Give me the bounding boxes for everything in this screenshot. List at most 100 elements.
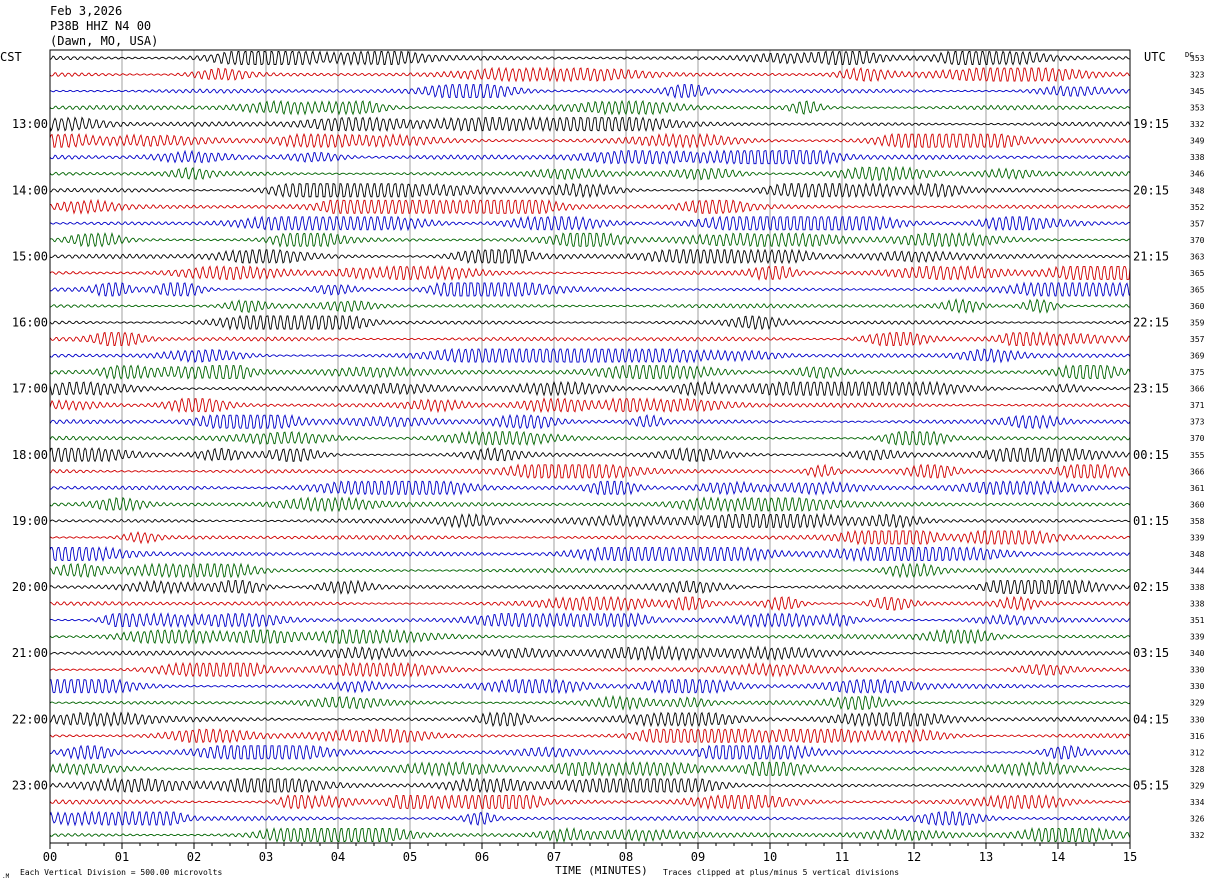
- cst-hour-labels: 13:00 14:00 15:00 16:00 17:00 18:00 19:00 20:00…: [12, 117, 48, 792]
- x-tick-label-08: 08: [619, 850, 633, 864]
- cst-hour-label: 16:00: [12, 316, 48, 330]
- trace-31: [49, 546, 1131, 562]
- trace-21: [49, 380, 1131, 397]
- dc-offset-label: 334: [1190, 798, 1205, 807]
- x-tick-label-04: 04: [331, 850, 345, 864]
- x-tick-label-00: 00: [43, 850, 57, 864]
- trace-47: [49, 810, 1131, 827]
- x-tick-label-14: 14: [1051, 850, 1065, 864]
- x-axis-tick-labels: 00 01 02 03 04 05 06 07 08 09 10 11 12 13 14 15: [43, 850, 1137, 864]
- cst-hour-label: 18:00: [12, 448, 48, 462]
- trace-35: [49, 612, 1131, 629]
- dc-offset-label: 358: [1190, 517, 1205, 526]
- dc-offset-label: 369: [1190, 352, 1205, 361]
- trace-45: [49, 777, 1131, 794]
- dc-offset-label: 312: [1190, 748, 1205, 757]
- cst-hour-label: 15:00: [12, 249, 48, 263]
- dc-offset-label: 344: [1190, 566, 1205, 575]
- dc-offset-label: 329: [1190, 699, 1205, 708]
- x-tick-label-09: 09: [691, 850, 705, 864]
- x-tick-label-15: 15: [1123, 850, 1137, 864]
- trace-3: [49, 84, 1131, 99]
- clipping-note: Traces clipped at plus/minus 5 vertical …: [663, 868, 899, 877]
- trace-15: [49, 281, 1131, 298]
- trace-1: [49, 50, 1131, 66]
- trace-30: [49, 529, 1131, 546]
- trace-16: [49, 298, 1131, 314]
- trace-24: [49, 430, 1131, 447]
- dc-offset-label: 371: [1190, 401, 1205, 410]
- trace-40: [49, 694, 1131, 711]
- dc-offset-label: 359: [1190, 319, 1205, 328]
- plot-frame: [49, 49, 1131, 844]
- dc-offset-label: 355: [1190, 451, 1205, 460]
- trace-8: [49, 165, 1131, 182]
- trace-17: [49, 314, 1131, 331]
- trace-26: [49, 463, 1131, 480]
- cst-axis-label: CST: [0, 50, 22, 64]
- seismic-traces: [49, 50, 1131, 843]
- dc-offset-label: 349: [1190, 137, 1205, 146]
- trace-36: [49, 628, 1131, 645]
- dc-offset-label: 338: [1190, 153, 1205, 162]
- trace-7: [49, 149, 1131, 166]
- trace-14: [49, 265, 1131, 281]
- vertical-division-note: Each Vertical Division = 500.00 microvol…: [20, 868, 222, 877]
- trace-25: [49, 447, 1131, 463]
- dc-offset-label: 360: [1190, 500, 1205, 509]
- dc-offset-label: 361: [1190, 484, 1205, 493]
- dc-offset-label: 323: [1190, 71, 1205, 80]
- trace-42: [49, 728, 1131, 744]
- dc-offset-label: 346: [1190, 170, 1205, 179]
- dc-offset-label: 348: [1190, 186, 1205, 195]
- trace-10: [49, 198, 1131, 215]
- cst-hour-label: 17:00: [12, 382, 48, 396]
- minute-grid: [121, 50, 1059, 843]
- dc-offset-label: 352: [1190, 203, 1205, 212]
- dc-offset-label: 360: [1190, 302, 1205, 311]
- trace-32: [49, 562, 1131, 579]
- trace-46: [49, 794, 1131, 810]
- x-tick-label-06: 06: [475, 850, 489, 864]
- trace-33: [49, 579, 1131, 595]
- header-location: (Dawn, MO, USA): [50, 34, 159, 48]
- dc-offset-label: 363: [1190, 252, 1205, 261]
- dc-offset-label: 375: [1190, 368, 1205, 377]
- x-tick-label-05: 05: [403, 850, 417, 864]
- trace-39: [50, 678, 1131, 695]
- cst-hour-label: 20:00: [12, 580, 48, 594]
- trace-37: [49, 645, 1131, 662]
- dc-offset-label: 357: [1190, 335, 1205, 344]
- header-station: P38B HHZ N4 00: [50, 19, 152, 33]
- trace-41: [49, 711, 1131, 728]
- x-axis-ticks: [49, 843, 1131, 849]
- x-tick-label-12: 12: [907, 850, 921, 864]
- cst-hour-label: 23:00: [12, 778, 48, 792]
- trace-11: [49, 215, 1131, 232]
- trace-5: [49, 116, 1131, 133]
- x-tick-label-13: 13: [979, 850, 993, 864]
- cst-hour-label: 14:00: [12, 183, 48, 197]
- utc-hour-label: 03:15: [1133, 646, 1169, 660]
- dc-offset-label: 330: [1190, 715, 1205, 724]
- dc-offset-label: 353: [1190, 104, 1205, 113]
- x-tick-label-10: 10: [763, 850, 777, 864]
- dc-offset-label: 365: [1190, 285, 1205, 294]
- trace-22: [49, 397, 1131, 414]
- dc-offset-label: 370: [1190, 434, 1205, 443]
- dc-axis-label: DC: [1185, 51, 1193, 59]
- cst-hour-label: 13:00: [12, 117, 48, 131]
- trace-44: [49, 761, 1131, 777]
- dc-offset-label: 329: [1190, 781, 1205, 790]
- utc-hour-label: 02:15: [1133, 580, 1169, 594]
- trace-38: [49, 661, 1131, 678]
- dc-offset-labels: 3533233453533323493383463483523573703633…: [1190, 54, 1205, 840]
- trace-19: [49, 347, 1131, 364]
- dc-offset-label: 332: [1190, 831, 1205, 840]
- utc-hour-label: 19:15: [1133, 117, 1169, 131]
- cst-hour-label: 19:00: [12, 514, 48, 528]
- x-tick-label-11: 11: [835, 850, 849, 864]
- dc-offset-label: 339: [1190, 533, 1205, 542]
- utc-hour-label: 04:15: [1133, 712, 1169, 726]
- x-axis-title: TIME (MINUTES): [555, 864, 648, 877]
